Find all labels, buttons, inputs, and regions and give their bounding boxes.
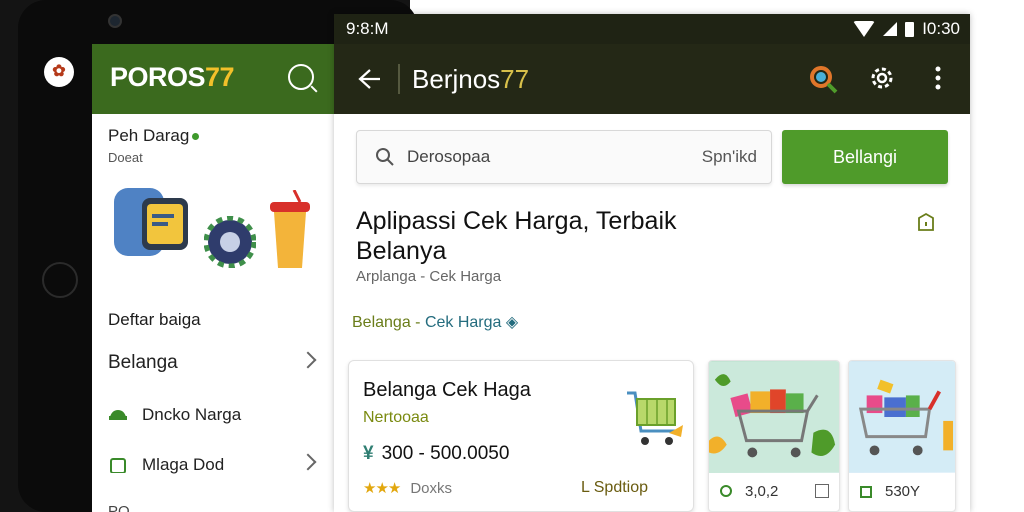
thumbnail-footer: 530Y bbox=[849, 471, 955, 511]
back-arrow-icon[interactable] bbox=[358, 68, 382, 90]
product-thumbnail[interactable]: 3,0,2 bbox=[708, 360, 840, 512]
gear-illustration bbox=[204, 216, 256, 268]
drawer-item-label: Mlaga Dod bbox=[142, 455, 225, 474]
app-logo-icon: ✿ bbox=[44, 57, 74, 87]
magnifier-icon bbox=[376, 148, 394, 166]
product-rating: ★★★ Doxks bbox=[363, 480, 453, 497]
wifi-icon bbox=[853, 21, 876, 37]
more-vert-icon[interactable] bbox=[934, 64, 942, 92]
bag-icon bbox=[110, 458, 126, 473]
drawer-item-belanga[interactable]: Belanga bbox=[108, 348, 318, 378]
pin-icon: ◈ bbox=[501, 314, 519, 331]
page-title: Aplipassi Cek Harga, Terbaik Belanya bbox=[356, 207, 677, 265]
drawer-subtitle: Peh Darag bbox=[108, 126, 200, 146]
smartwatch-illustration bbox=[114, 188, 188, 256]
drawer-brand: POROS77 bbox=[110, 62, 235, 92]
chevron-right-icon bbox=[299, 351, 317, 369]
drawer-header: POROS77 bbox=[92, 44, 336, 114]
bag-icon bbox=[860, 486, 872, 498]
buy-button[interactable]: Bellangi bbox=[782, 130, 948, 184]
product-link[interactable]: L Spdtiop bbox=[581, 479, 648, 497]
thumbnail-footer: 3,0,2 bbox=[709, 471, 839, 511]
checkbox-icon[interactable] bbox=[815, 484, 829, 498]
product-subtitle: Nertooaa bbox=[363, 409, 429, 426]
app-title: Berjnos77 bbox=[412, 64, 530, 94]
drawer-item-mlaga-dod[interactable]: Mlaga Dod bbox=[108, 450, 318, 480]
shopping-cart-icon bbox=[627, 391, 683, 445]
drawer-subtitle-sub: Doeat bbox=[108, 150, 143, 165]
search-placeholder: Derosopaa bbox=[407, 147, 491, 166]
status-clock: I0:30 bbox=[922, 19, 960, 38]
product-title: Belanga Cek Haga bbox=[363, 379, 531, 401]
search-icon[interactable] bbox=[808, 64, 838, 94]
drawer-item-label: Belanga bbox=[108, 352, 178, 373]
search-aux-text: Spn'ikd bbox=[701, 147, 757, 166]
shopping-cart-illustration bbox=[709, 361, 839, 473]
car-icon bbox=[109, 410, 127, 420]
product-price: ¥300 - 500.0050 bbox=[363, 443, 510, 464]
product-thumbnail[interactable]: 530Y bbox=[848, 360, 956, 512]
gear-icon[interactable] bbox=[868, 64, 896, 92]
app-bar-divider bbox=[398, 64, 400, 94]
online-dot-icon bbox=[192, 133, 200, 141]
drawer-search-icon[interactable] bbox=[288, 64, 314, 90]
drawer-section-title: Deftar baiga bbox=[108, 310, 201, 329]
signal-icon bbox=[883, 22, 898, 36]
drink-cup-illustration bbox=[270, 190, 310, 268]
status-bar: 9:8:M I0:30 bbox=[334, 14, 970, 44]
battery-icon bbox=[905, 21, 915, 37]
drawer-item-label: Dncko Narga bbox=[142, 405, 242, 424]
drawer-item-dncko-narga[interactable]: Dncko Narga bbox=[108, 400, 318, 430]
front-camera-icon bbox=[108, 14, 122, 28]
app-bar: Berjnos77 bbox=[334, 44, 970, 114]
home-button[interactable] bbox=[42, 262, 78, 298]
tag-icon bbox=[720, 485, 732, 497]
tagline-link[interactable]: Belanga - Cek Harga ◈ bbox=[352, 312, 518, 332]
search-input[interactable]: Derosopaa Spn'ikd bbox=[356, 130, 772, 184]
shopping-cart-illustration bbox=[849, 361, 955, 473]
product-card[interactable]: Belanga Cek Haga Nertooaa ¥300 - 500.005… bbox=[348, 360, 694, 512]
status-icons: I0:30 bbox=[853, 19, 960, 39]
page-subtitle: Arplanga - Cek Harga bbox=[356, 268, 502, 285]
status-time: 9:8:M bbox=[346, 19, 389, 38]
drawer-item-partial: PO bbox=[108, 502, 130, 512]
bookmark-icon[interactable] bbox=[916, 212, 936, 232]
chevron-right-icon bbox=[299, 453, 317, 471]
main-screen: 9:8:M I0:30 Berjnos77 Derosopaa Spn'ikd … bbox=[334, 14, 970, 512]
star-rating-icon: ★★★ bbox=[363, 480, 401, 497]
side-drawer: POROS77 Peh Darag Doeat Deftar baiga Bel… bbox=[92, 44, 336, 512]
